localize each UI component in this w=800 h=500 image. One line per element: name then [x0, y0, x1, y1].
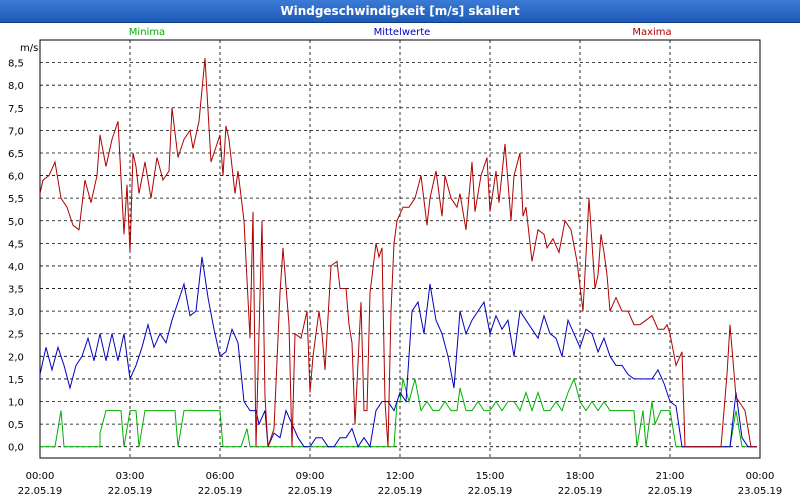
x-tick-date-label: 22.05.19 — [18, 486, 63, 497]
series-line-minima — [40, 377, 757, 448]
x-tick-time-label: 03:00 — [116, 471, 145, 482]
x-tick-time-label: 00:00 — [26, 471, 55, 482]
x-tick-time-label: 12:00 — [386, 471, 415, 482]
y-tick-label: 3,5 — [8, 285, 24, 296]
x-tick-time-label: 09:00 — [296, 471, 325, 482]
y-tick-label: 8,5 — [8, 59, 24, 70]
y-tick-label: 5,0 — [8, 217, 24, 228]
legend: Minima Mittelwerte Maxima — [129, 27, 672, 38]
x-tick-time-label: 15:00 — [476, 471, 505, 482]
series-lines — [39, 58, 757, 449]
x-tick-time-label: 06:00 — [206, 471, 235, 482]
y-tick-label: 0,5 — [8, 420, 24, 431]
y-tick-label: 0,0 — [8, 443, 24, 454]
legend-item-mittelwerte: Mittelwerte — [374, 27, 431, 38]
x-tick-time-label: 18:00 — [566, 471, 595, 482]
x-tick-date-label: 22.05.19 — [288, 486, 333, 497]
y-tick-label: 4,0 — [8, 262, 24, 273]
y-tick-label: 8,0 — [8, 81, 24, 92]
y-tick-label: 4,5 — [8, 239, 24, 250]
x-tick-date-label: 22.05.19 — [108, 486, 153, 497]
y-tick-label: 1,5 — [8, 375, 24, 386]
legend-item-minima: Minima — [129, 27, 165, 38]
x-axis: 00:00 22.05.19 03:00 22.05.19 06:00 22.05.19 0… — [18, 471, 783, 497]
y-tick-label: 6,5 — [8, 149, 24, 160]
y-tick-label: 3,0 — [8, 307, 24, 318]
x-tick-date-label: 22.05.19 — [558, 486, 603, 497]
x-tick-date-label: 23.05.19 — [738, 486, 783, 497]
y-tick-label: 7,5 — [8, 104, 24, 115]
wind-speed-chart: 0,0 0,5 1,0 1,5 2,0 2,5 3,0 3,5 4,0 4,5 5,0 5,5 6,0 6… — [8, 27, 783, 497]
x-tick-date-label: 22.05.19 — [378, 486, 423, 497]
y-tick-label: 6,0 — [8, 172, 24, 183]
grid — [40, 40, 760, 458]
x-tick-date-label: 22.05.19 — [648, 486, 693, 497]
series-line-maxima — [39, 58, 757, 448]
x-tick-time-label: 21:00 — [656, 471, 685, 482]
y-axis-unit-label: m/s — [20, 43, 38, 54]
y-tick-label: 1,0 — [8, 398, 24, 409]
y-tick-label: 2,5 — [8, 330, 24, 341]
x-tick-date-label: 22.05.19 — [468, 486, 513, 497]
x-tick-time-label: 00:00 — [746, 471, 775, 482]
legend-item-maxima: Maxima — [632, 27, 671, 38]
y-tick-label: 2,0 — [8, 352, 24, 363]
x-tick-date-label: 22.05.19 — [198, 486, 243, 497]
y-tick-label: 7,0 — [8, 126, 24, 137]
y-axis: 0,0 0,5 1,0 1,5 2,0 2,5 3,0 3,5 4,0 4,5 5,0 5,5 6,0 6… — [8, 59, 24, 454]
y-tick-label: 5,5 — [8, 194, 24, 205]
